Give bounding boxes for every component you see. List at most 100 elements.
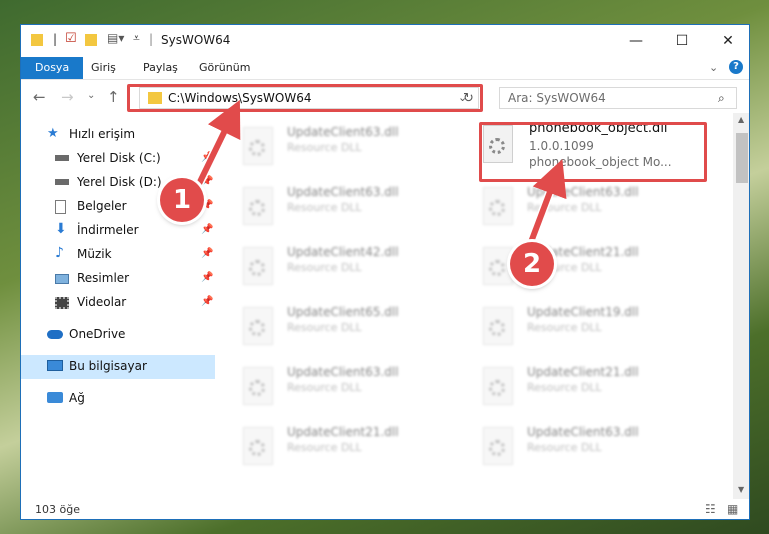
status-bar: 103 öğe ☷ ▦: [21, 499, 749, 519]
file-tile[interactable]: UpdateClient63.dll Resource DLL: [221, 183, 441, 235]
sidebar-item-network[interactable]: Ağ: [21, 387, 215, 411]
documents-icon: [55, 200, 66, 214]
tab-share[interactable]: Paylaş: [133, 57, 188, 79]
navigation-pane: ★ Hızlı erişim Yerel Disk (C:) 📌 Yerel D…: [21, 113, 215, 499]
file-type: Resource DLL: [287, 201, 362, 214]
pictures-icon: [55, 274, 69, 284]
dll-file-icon: [243, 187, 273, 225]
file-tile[interactable]: UpdateClient63.dll Resource DLL: [221, 363, 441, 415]
file-name: UpdateClient63.dll: [287, 365, 399, 379]
file-type: Resource DLL: [287, 141, 362, 154]
properties-icon[interactable]: ☑: [65, 31, 77, 46]
sidebar-item-local-disk-c[interactable]: Yerel Disk (C:) 📌: [21, 147, 215, 171]
download-icon: ⬇: [55, 221, 67, 237]
file-name: UpdateClient63.dll: [527, 185, 639, 199]
close-button[interactable]: ✕: [705, 25, 749, 57]
file-name: UpdateClient42.dll: [287, 245, 399, 259]
file-name: UpdateClient63.dll: [287, 185, 399, 199]
sidebar-item-this-pc[interactable]: Bu bilgisayar: [21, 355, 215, 379]
item-count: 103 öğe: [35, 503, 80, 516]
file-tile[interactable]: UpdateClient21.dll Resource DLL: [461, 243, 681, 295]
minimize-button[interactable]: —: [613, 25, 659, 57]
pin-icon[interactable]: 📌: [201, 248, 213, 259]
customize-icon[interactable]: ▤▾: [107, 31, 124, 45]
scroll-down-icon[interactable]: ▼: [738, 485, 744, 494]
file-type: Resource DLL: [527, 321, 602, 334]
dll-file-icon: [243, 367, 273, 405]
file-list: UpdateClient63.dll Resource DLL UpdateCl…: [221, 113, 733, 499]
dll-file-icon: [243, 247, 273, 285]
vertical-scrollbar[interactable]: ▲ ▼: [733, 113, 749, 499]
expand-ribbon-icon[interactable]: ⌄: [709, 61, 718, 74]
sidebar-item-label: Resimler: [77, 271, 130, 285]
file-tile[interactable]: UpdateClient42.dll Resource DLL: [221, 243, 441, 295]
pin-icon[interactable]: 📌: [201, 152, 213, 163]
file-type: Resource DLL: [287, 441, 362, 454]
ribbon-tabs: Dosya Giriş Paylaş Görünüm ⌄ ?: [21, 57, 749, 80]
file-name: UpdateClient63.dll: [527, 425, 639, 439]
file-tile[interactable]: UpdateClient63.dll Resource DLL: [221, 123, 441, 175]
star-icon: ★: [47, 126, 59, 141]
video-icon: [55, 297, 69, 309]
maximize-button[interactable]: ☐: [659, 25, 705, 57]
separator-icon: |: [53, 32, 58, 46]
pin-icon[interactable]: 📌: [201, 272, 213, 283]
pin-icon[interactable]: 📌: [201, 176, 213, 187]
pin-icon[interactable]: 📌: [201, 296, 213, 307]
file-tile[interactable]: UpdateClient19.dll Resource DLL: [461, 303, 681, 355]
sidebar-item-label: Bu bilgisayar: [69, 359, 147, 373]
details-view-icon[interactable]: ☷: [705, 502, 716, 516]
file-tile[interactable]: UpdateClient63.dll Resource DLL: [461, 183, 681, 235]
new-folder-icon[interactable]: [85, 34, 97, 46]
file-name: UpdateClient65.dll: [287, 305, 399, 319]
file-type: Resource DLL: [527, 201, 602, 214]
sidebar-item-label: Hızlı erişim: [69, 127, 136, 141]
drive-icon: [55, 155, 69, 161]
file-tile[interactable]: UpdateClient21.dll Resource DLL: [221, 423, 441, 475]
file-name: UpdateClient21.dll: [287, 425, 399, 439]
file-type: Resource DLL: [287, 381, 362, 394]
sidebar-item-label: Ağ: [69, 391, 85, 405]
sidebar-item-label: Yerel Disk (D:): [77, 175, 162, 189]
search-input[interactable]: Ara: SysWOW64: [508, 91, 606, 105]
back-arrow-icon[interactable]: ←: [33, 88, 46, 106]
scroll-up-icon[interactable]: ▲: [738, 115, 744, 124]
sidebar-item-label: OneDrive: [69, 327, 126, 341]
quick-access-dropdown-icon[interactable]: ⩡: [133, 31, 140, 46]
forward-arrow-icon[interactable]: →: [61, 88, 74, 106]
sidebar-item-downloads[interactable]: ⬇ İndirmeler 📌: [21, 219, 215, 243]
file-tile[interactable]: UpdateClient21.dll Resource DLL: [461, 363, 681, 415]
file-type: Resource DLL: [287, 321, 362, 334]
address-highlight-box: [127, 84, 483, 112]
tab-home[interactable]: Giriş: [81, 57, 126, 79]
tab-file[interactable]: Dosya: [21, 57, 84, 79]
sidebar-item-music[interactable]: ♪ Müzik 📌: [21, 243, 215, 267]
sidebar-item-onedrive[interactable]: OneDrive: [21, 323, 215, 347]
help-icon[interactable]: ?: [729, 60, 743, 74]
dll-file-icon: [483, 427, 513, 465]
large-icons-view-icon[interactable]: ▦: [727, 502, 738, 516]
file-explorer-window: | ☑ ▤▾ ⩡ | SysWOW64 — ☐ ✕ Dosya Giriş Pa…: [20, 24, 750, 520]
music-icon: ♪: [55, 245, 64, 261]
sidebar-item-quick-access[interactable]: ★ Hızlı erişim: [21, 123, 215, 147]
search-icon: ⌕: [718, 91, 725, 105]
search-box[interactable]: Ara: SysWOW64 ⌕: [499, 87, 737, 109]
dll-file-icon: [243, 307, 273, 345]
file-type: Resource DLL: [287, 261, 362, 274]
scrollbar-thumb[interactable]: [736, 133, 748, 183]
sidebar-item-label: Videolar: [77, 295, 127, 309]
sidebar-item-label: Yerel Disk (C:): [77, 151, 161, 165]
file-name: UpdateClient63.dll: [287, 125, 399, 139]
file-highlight-box: [479, 122, 707, 182]
file-tile[interactable]: UpdateClient63.dll Resource DLL: [461, 423, 681, 475]
sidebar-item-label: Müzik: [77, 247, 112, 261]
drive-icon: [55, 179, 69, 185]
dll-file-icon: [243, 127, 273, 165]
tab-view[interactable]: Görünüm: [189, 57, 260, 79]
recent-locations-icon[interactable]: ⌄: [87, 90, 95, 101]
sidebar-item-videos[interactable]: Videolar 📌: [21, 291, 215, 315]
up-arrow-icon[interactable]: ↑: [107, 88, 120, 106]
sidebar-item-pictures[interactable]: Resimler 📌: [21, 267, 215, 291]
file-tile[interactable]: UpdateClient65.dll Resource DLL: [221, 303, 441, 355]
pin-icon[interactable]: 📌: [201, 224, 213, 235]
